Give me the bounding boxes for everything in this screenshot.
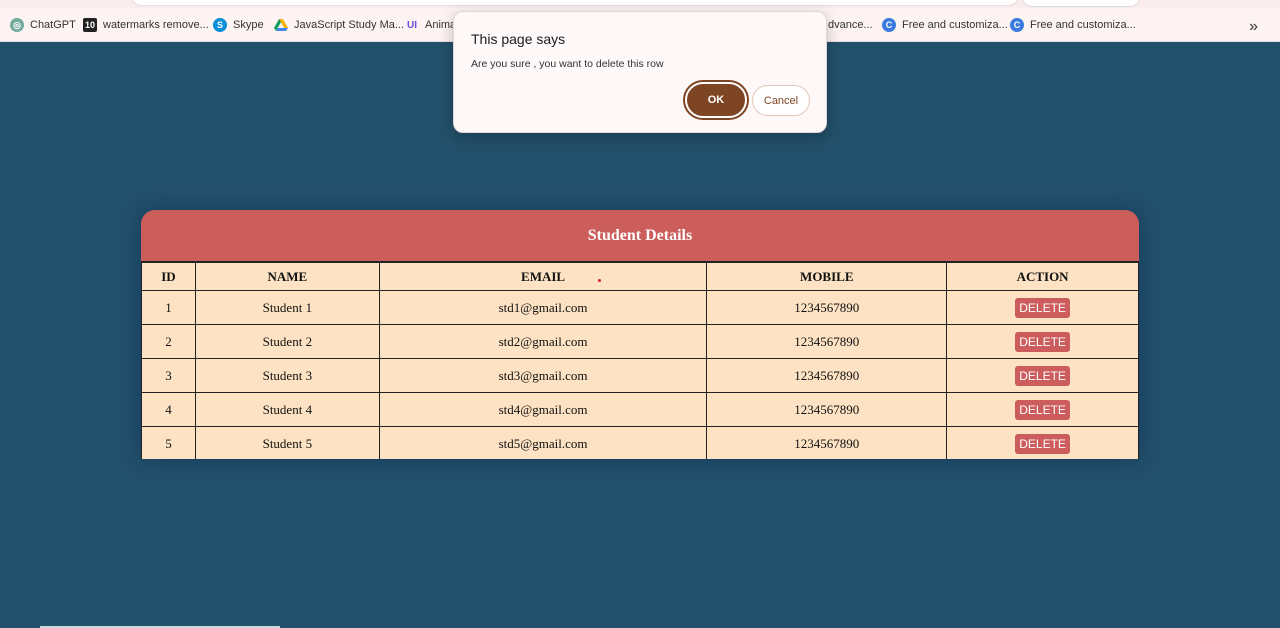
canva-icon: C (882, 18, 896, 32)
delete-button[interactable]: DELETE (1015, 297, 1070, 318)
student-table-card: Student Details ID NAME EMAIL MOBILE ACT… (141, 210, 1139, 459)
ui-icon: UI (407, 19, 417, 31)
address-bar[interactable] (130, 0, 1020, 6)
cell-name: Student 5 (194, 426, 380, 459)
cell-name: Student 2 (194, 324, 380, 359)
cell-id: 4 (141, 392, 196, 427)
column-header-id: ID (141, 262, 196, 291)
cell-mobile: 1234567890 (706, 426, 948, 459)
ok-button[interactable]: OK (683, 80, 749, 120)
cell-name: Student 1 (194, 290, 380, 325)
drive-icon (274, 18, 288, 32)
column-header-email: EMAIL (378, 262, 708, 291)
column-header-name: NAME (194, 262, 380, 291)
delete-button[interactable]: DELETE (1015, 433, 1070, 454)
table-header-row: ID NAME EMAIL MOBILE ACTION (141, 262, 1139, 291)
canva-icon: C (1010, 18, 1024, 32)
cell-action: DELETE (946, 324, 1139, 359)
cell-id: 1 (141, 290, 196, 325)
bookmark-label: dvance... (828, 19, 873, 31)
cell-email: std1@gmail.com (378, 290, 708, 325)
cell-id: 5 (141, 426, 196, 459)
cell-action: DELETE (946, 358, 1139, 393)
cell-action: DELETE (946, 426, 1139, 459)
bookmark-skype[interactable]: S Skype (213, 17, 264, 33)
cell-email: std4@gmail.com (378, 392, 708, 427)
cell-email: std2@gmail.com (378, 324, 708, 359)
chatgpt-icon: ◎ (10, 18, 24, 32)
cell-email: std5@gmail.com (378, 426, 708, 459)
toolbar-button-group[interactable] (1022, 0, 1140, 7)
skype-icon: S (213, 18, 227, 32)
bookmark-label: ChatGPT (30, 19, 76, 31)
cell-mobile: 1234567890 (706, 324, 948, 359)
delete-button[interactable]: DELETE (1015, 399, 1070, 420)
bookmark-chatgpt[interactable]: ◎ ChatGPT (10, 17, 76, 33)
delete-button[interactable]: DELETE (1015, 331, 1070, 352)
table-row: 5 Student 5 std5@gmail.com 1234567890 DE… (141, 426, 1139, 459)
cell-name: Student 3 (194, 358, 380, 393)
table-row: 2 Student 2 std2@gmail.com 1234567890 DE… (141, 324, 1139, 359)
bookmark-animat[interactable]: UI Animat (405, 17, 459, 33)
browser-toolbar (0, 0, 1280, 8)
cell-mobile: 1234567890 (706, 358, 948, 393)
column-header-mobile: MOBILE (706, 262, 948, 291)
cell-action: DELETE (946, 290, 1139, 325)
cell-name: Student 4 (194, 392, 380, 427)
chevron-right-icon[interactable]: » (1249, 18, 1258, 36)
bookmark-advance[interactable]: dvance... (828, 17, 873, 33)
cancel-button[interactable]: Cancel (752, 85, 810, 116)
cell-id: 2 (141, 324, 196, 359)
confirm-dialog: This page says Are you sure , you want t… (453, 11, 827, 133)
bookmark-free-customizable-1[interactable]: C Free and customiza... (882, 17, 1008, 33)
bookmark-label: Free and customiza... (902, 19, 1008, 31)
dialog-title: This page says (471, 31, 566, 47)
cell-action: DELETE (946, 392, 1139, 427)
bookmark-label: JavaScript Study Ma... (294, 19, 405, 31)
delete-button[interactable]: DELETE (1015, 365, 1070, 386)
student-table: ID NAME EMAIL MOBILE ACTION 1 Student 1 … (141, 262, 1139, 459)
table-row: 1 Student 1 std1@gmail.com 1234567890 DE… (141, 290, 1139, 325)
10-icon: 10 (83, 18, 97, 32)
bookmark-javascript-study[interactable]: JavaScript Study Ma... (274, 17, 404, 33)
cell-mobile: 1234567890 (706, 290, 948, 325)
dialog-message: Are you sure , you want to delete this r… (471, 58, 664, 70)
bookmark-label: watermarks remove... (103, 19, 209, 31)
bookmark-free-customizable-2[interactable]: C Free and customiza... (1010, 17, 1136, 33)
bookmark-label: Free and customiza... (1030, 19, 1136, 31)
bookmark-watermarks[interactable]: 10 watermarks remove... (83, 17, 209, 33)
bookmark-label: Skype (233, 19, 264, 31)
cursor-dot (598, 279, 601, 282)
table-row: 3 Student 3 std3@gmail.com 1234567890 DE… (141, 358, 1139, 393)
cell-id: 3 (141, 358, 196, 393)
table-title: Student Details (141, 210, 1139, 262)
table-row: 4 Student 4 std4@gmail.com 1234567890 DE… (141, 392, 1139, 427)
cell-mobile: 1234567890 (706, 392, 948, 427)
column-header-action: ACTION (946, 262, 1139, 291)
cell-email: std3@gmail.com (378, 358, 708, 393)
